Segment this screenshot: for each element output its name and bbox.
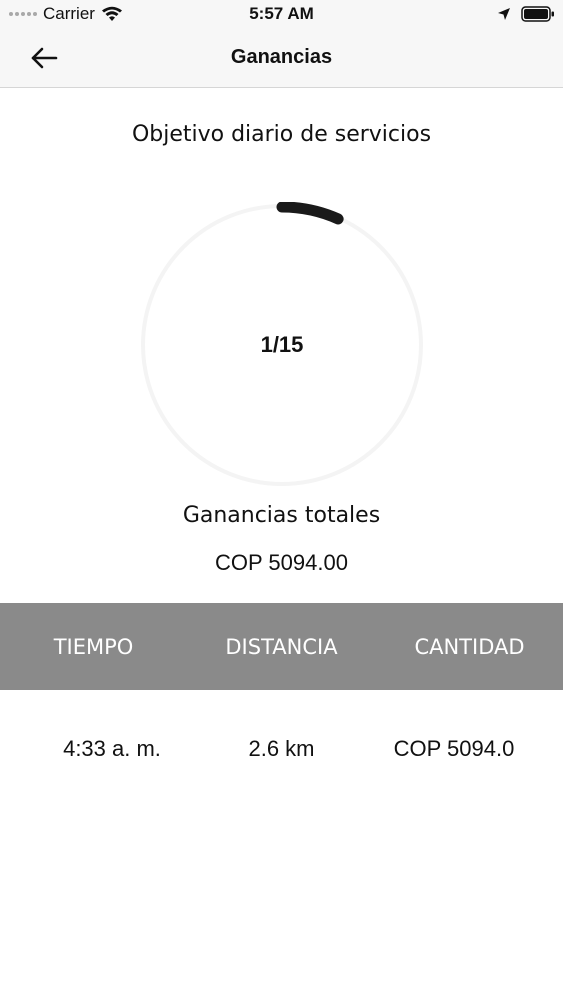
status-time: 5:57 AM xyxy=(249,4,314,23)
goal-progress-text: 1/15 xyxy=(260,332,304,357)
goal-label: Objetivo diario de servicios xyxy=(131,122,432,147)
cell-distance: 2.6 km xyxy=(248,736,315,761)
status-bar: Carrier 5:57 AM xyxy=(0,0,563,30)
table-row: 4:33 a. m. 2.6 km COP 5094.0 xyxy=(0,690,563,808)
page-title: Ganancias xyxy=(230,46,333,68)
total-earnings-value: COP 5094.00 xyxy=(215,550,348,575)
total-earnings-label: Ganancias totales xyxy=(182,503,381,528)
header-cantidad: CANTIDAD xyxy=(414,634,525,659)
header-tiempo: TIEMPO xyxy=(53,634,134,659)
status-right xyxy=(497,5,555,23)
goal-progress-ring: 1/15 xyxy=(139,202,425,488)
table-header: TIEMPO DISTANCIA CANTIDAD xyxy=(0,603,563,690)
nav-bar: Ganancias xyxy=(0,30,563,88)
cell-time: 4:33 a. m. xyxy=(63,736,161,761)
header-distancia: DISTANCIA xyxy=(225,634,338,659)
location-arrow-icon xyxy=(498,8,510,20)
cell-amount: COP 5094.0 xyxy=(393,736,515,761)
battery-icon xyxy=(521,6,554,22)
